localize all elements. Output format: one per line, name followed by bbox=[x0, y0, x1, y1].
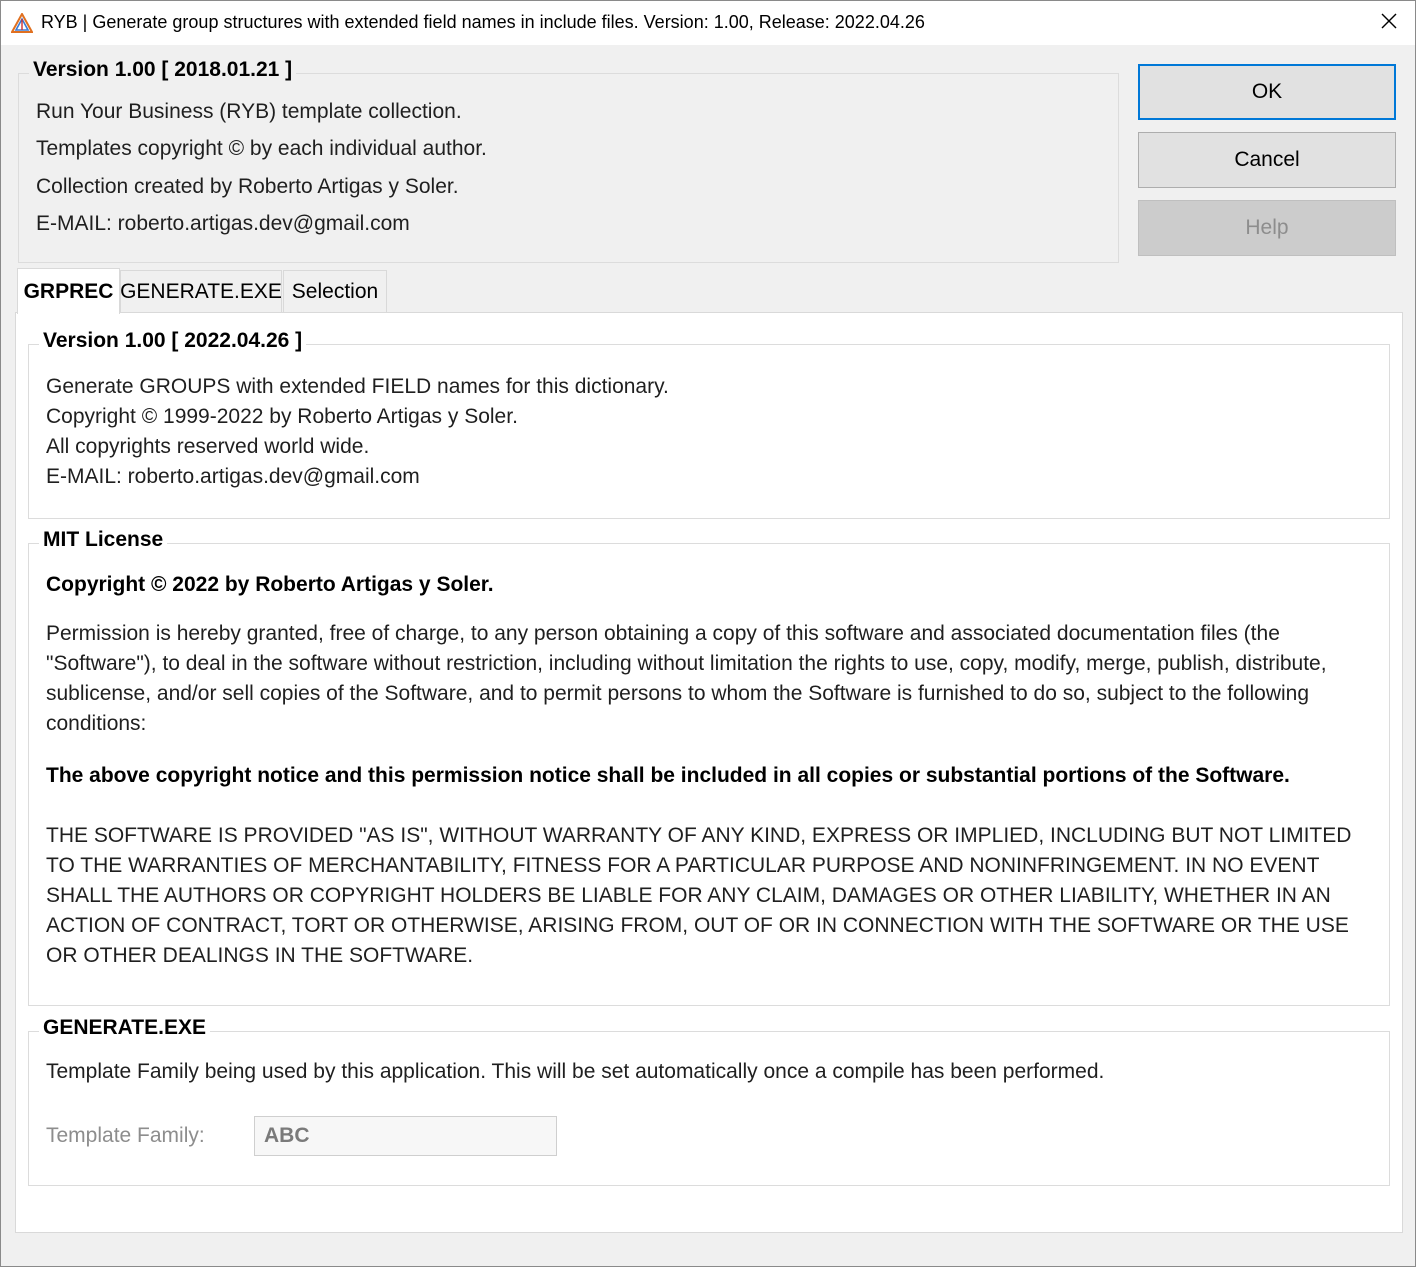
version-line: All copyrights reserved world wide. bbox=[46, 435, 370, 458]
generate-exe-group: GENERATE.EXE Template Family being used … bbox=[28, 1016, 1390, 1186]
header-line: Templates copyright © by each individual… bbox=[36, 137, 487, 160]
license-copyright: Copyright © 2022 by Roberto Artigas y So… bbox=[46, 573, 494, 596]
version-legend: Version 1.00 [ 2022.04.26 ] bbox=[39, 329, 307, 353]
template-family-label: Template Family: bbox=[46, 1124, 205, 1147]
ryb-triangle-icon bbox=[10, 11, 34, 33]
license-group: MIT License Copyright © 2022 by Roberto … bbox=[28, 528, 1390, 1006]
header-email: E-MAIL: roberto.artigas.dev@gmail.com bbox=[36, 212, 410, 235]
header-line: Collection created by Roberto Artigas y … bbox=[36, 175, 459, 198]
license-notice: The above copyright notice and this perm… bbox=[46, 764, 1290, 787]
license-disclaimer: THE SOFTWARE IS PROVIDED "AS IS", WITHOU… bbox=[46, 824, 1352, 967]
close-button[interactable] bbox=[1363, 1, 1415, 45]
version-line: Generate GROUPS with extended FIELD name… bbox=[46, 375, 669, 398]
version-email: E-MAIL: roberto.artigas.dev@gmail.com bbox=[46, 465, 420, 488]
cancel-button[interactable]: Cancel bbox=[1138, 132, 1396, 188]
title-bar: RYB | Generate group structures with ext… bbox=[1, 1, 1415, 45]
tab-grprec[interactable]: GRPREC bbox=[17, 268, 120, 314]
header-line: Run Your Business (RYB) template collect… bbox=[36, 100, 462, 123]
generate-exe-legend: GENERATE.EXE bbox=[39, 1016, 210, 1040]
help-button[interactable]: Help bbox=[1138, 200, 1396, 256]
dialog-window: RYB | Generate group structures with ext… bbox=[0, 0, 1416, 1267]
ok-button[interactable]: OK bbox=[1138, 64, 1396, 120]
tab-generate-exe[interactable]: GENERATE.EXE bbox=[120, 270, 282, 312]
version-group: Version 1.00 [ 2022.04.26 ] Generate GRO… bbox=[28, 329, 1390, 519]
license-permission: Permission is hereby granted, free of ch… bbox=[46, 622, 1327, 735]
generate-description: Template Family being used by this appli… bbox=[46, 1060, 1105, 1083]
tab-panel-grprec: Version 1.00 [ 2022.04.26 ] Generate GRO… bbox=[15, 312, 1403, 1233]
template-collection-group: Version 1.00 [ 2018.01.21 ] Run Your Bus… bbox=[18, 58, 1119, 263]
close-icon bbox=[1380, 12, 1398, 35]
window-title: RYB | Generate group structures with ext… bbox=[41, 12, 925, 32]
license-legend: MIT License bbox=[39, 528, 168, 552]
version-line: Copyright © 1999-2022 by Roberto Artigas… bbox=[46, 405, 518, 428]
template-family-field[interactable]: ABC bbox=[254, 1116, 557, 1156]
template-collection-legend: Version 1.00 [ 2018.01.21 ] bbox=[29, 58, 297, 82]
tab-selection[interactable]: Selection bbox=[283, 270, 387, 312]
